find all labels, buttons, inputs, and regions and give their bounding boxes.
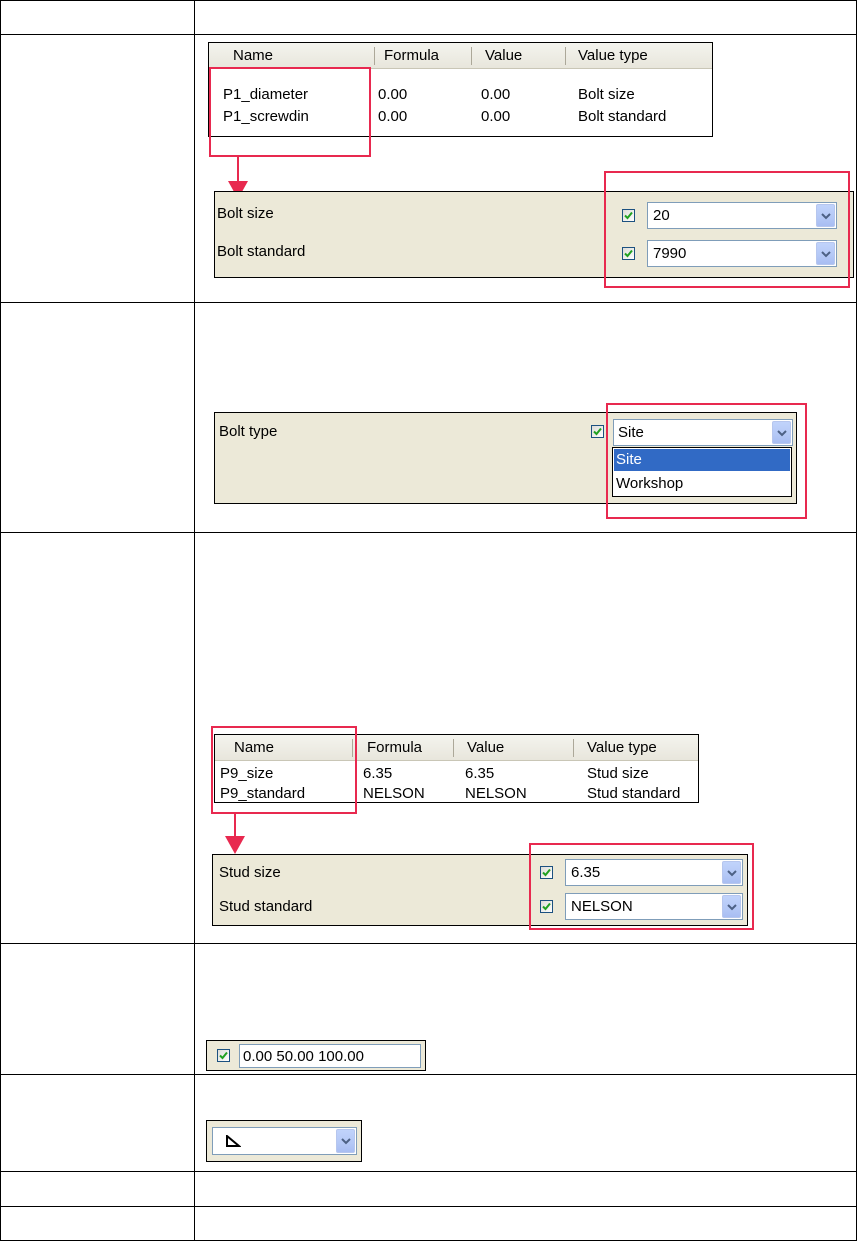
dropdown-button[interactable]	[336, 1129, 355, 1153]
param-value-type: Stud size	[587, 765, 649, 782]
chevron-down-icon	[341, 1138, 351, 1145]
checkmark-icon	[593, 427, 602, 436]
arrow-icon	[225, 812, 245, 854]
column-header-value-type: Value type	[587, 739, 657, 756]
stud-size-label: Stud size	[219, 864, 281, 881]
angle-profile-icon	[226, 1135, 241, 1147]
distance-field-panel: 0.00 50.00 100.00	[206, 1040, 426, 1071]
column-header-value-type: Value type	[578, 47, 648, 64]
param-formula: 6.35	[363, 765, 393, 782]
highlight-box	[209, 67, 371, 157]
bolt-type-checkbox[interactable]	[591, 425, 604, 438]
param-value: 6.35	[465, 765, 495, 782]
column-header-formula: Formula	[367, 739, 423, 756]
distance-value: 0.00 50.00 100.00	[243, 1047, 364, 1065]
param-value: 0.00	[481, 86, 511, 103]
profile-combo[interactable]	[212, 1127, 357, 1155]
param-formula: NELSON	[363, 785, 425, 802]
param-value-type: Bolt standard	[578, 108, 667, 125]
highlight-box	[604, 171, 850, 288]
param-value: NELSON	[465, 785, 527, 802]
profile-combo-panel	[206, 1120, 362, 1162]
distance-checkbox[interactable]	[217, 1049, 230, 1062]
checkmark-icon	[219, 1051, 228, 1060]
param-value-type: Bolt size	[578, 86, 635, 103]
highlight-box	[211, 726, 357, 814]
column-header-formula: Formula	[384, 47, 440, 64]
bolt-type-label: Bolt type	[219, 423, 278, 440]
highlight-box	[606, 403, 807, 519]
column-header-value: Value	[467, 739, 505, 756]
bolt-size-label: Bolt size	[217, 205, 274, 222]
param-formula: 0.00	[378, 86, 408, 103]
param-value-type: Stud standard	[587, 785, 681, 802]
param-value: 0.00	[481, 108, 511, 125]
table-header: Name Formula Value Value type	[209, 43, 712, 69]
column-header-value: Value	[485, 47, 523, 64]
stud-standard-label: Stud standard	[219, 898, 313, 915]
column-header-name: Name	[233, 47, 274, 64]
highlight-box	[529, 843, 754, 930]
bolt-standard-label: Bolt standard	[217, 243, 306, 260]
distance-input[interactable]: 0.00 50.00 100.00	[239, 1044, 421, 1068]
param-formula: 0.00	[378, 108, 408, 125]
